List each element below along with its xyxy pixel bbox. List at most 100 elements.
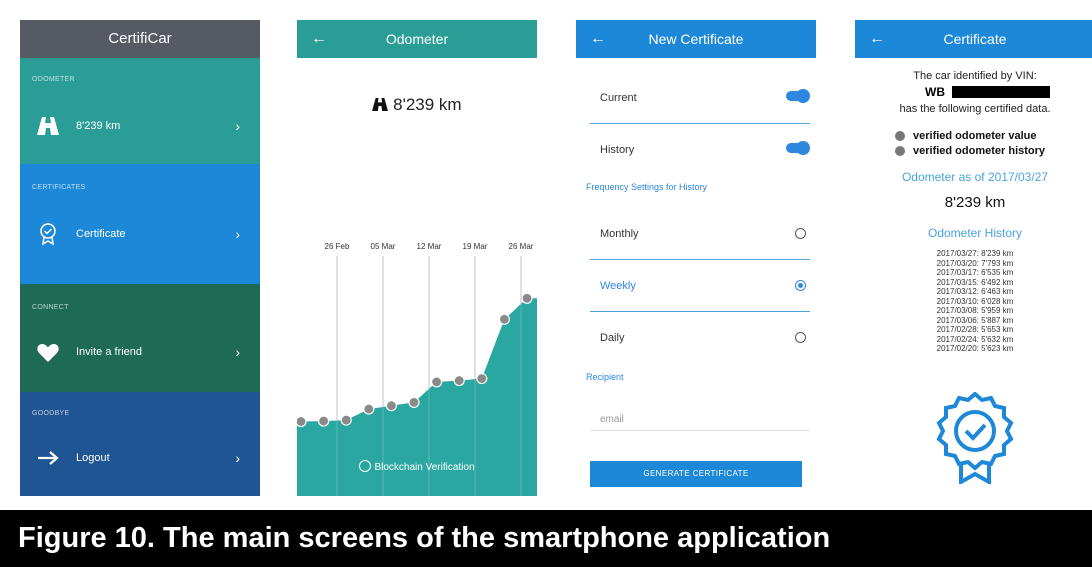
toggle-row-history[interactable]: History [590, 124, 816, 176]
certificate-header: ← Certificate [855, 20, 1092, 58]
data-point[interactable] [385, 400, 398, 412]
intro-text: The car identified by VIN: [913, 70, 1037, 82]
certificates-section: CERTIFICATES Certificate › [20, 164, 260, 284]
data-point[interactable] [453, 374, 465, 387]
option-monthly[interactable]: Monthly [590, 208, 816, 260]
vin-suffix: 49 [1031, 85, 1045, 99]
section-label-odometer: ODOMETER [32, 76, 75, 83]
back-arrow-icon[interactable]: ← [869, 30, 885, 48]
section-label-goodbye: GOODBYE [32, 410, 70, 417]
history-entry: 2017/03/15: 6'492 km [936, 277, 1014, 287]
road-icon [34, 117, 62, 135]
section-label-connect: CONNECT [32, 304, 69, 311]
new-certificate-title: New Certificate [648, 31, 744, 47]
certificate-screen: ← Certificate The car identified by VIN:… [855, 20, 1092, 496]
chevron-right-icon: › [235, 226, 240, 242]
certified-odometer-value: 8'239 km [944, 194, 1006, 211]
data-point[interactable] [363, 403, 375, 415]
x-tick-label: 19 Mar [463, 242, 488, 251]
heart-icon [34, 343, 62, 362]
odometer-header: ← Odometer [297, 20, 537, 58]
back-arrow-icon[interactable]: ← [311, 30, 327, 48]
menu-label-odometer: 8'239 km [76, 120, 121, 132]
odometer-history-list: 2017/03/27: 8'239 km 2017/03/20: 7'793 km… [855, 249, 1092, 354]
menu-screen: CertifiCar ODOMETER 8'239 km › CERTIFICA… [20, 20, 260, 496]
data-point[interactable] [476, 372, 488, 385]
data-point[interactable] [498, 313, 510, 325]
radio-weekly[interactable] [795, 280, 806, 291]
figure-caption: Figure 10. The main screens of the smart… [0, 510, 1092, 567]
legend-label: verified odometer history [913, 145, 1046, 157]
option-label-weekly: Weekly [600, 280, 636, 292]
history-entry: 2017/03/12: 6'463 km [936, 287, 1014, 296]
figure: CertifiCar ODOMETER 8'239 km › CERTIFICA… [0, 0, 1092, 567]
badge-icon [34, 223, 62, 245]
toggle-label-history: History [600, 144, 635, 156]
odometer-value: 8'239 km [393, 95, 462, 114]
history-entry: 2017/03/10: 6'028 km [936, 296, 1014, 306]
history-heading: Odometer History [927, 226, 1023, 240]
menu-item-odometer[interactable]: 8'239 km › [20, 106, 260, 146]
data-point[interactable] [431, 376, 443, 388]
verified-dot-icon [895, 131, 905, 141]
toggle-history[interactable] [786, 141, 810, 155]
email-placeholder: email [600, 414, 624, 425]
history-entry: 2017/03/20: 7'793 km [936, 258, 1014, 268]
x-tick-label: 26 Mar [509, 242, 534, 251]
data-point[interactable] [318, 415, 330, 427]
history-entry: 2017/03/06: 5'887 km [936, 315, 1014, 325]
odometer-chart: 26 Feb 05 Mar 12 Mar 19 Mar 26 Mar [297, 242, 537, 496]
menu-item-certificate[interactable]: Certificate › [20, 214, 260, 254]
back-arrow-icon[interactable]: ← [590, 30, 606, 48]
history-entry: 2017/03/27: 8'239 km [936, 249, 1014, 258]
data-point[interactable] [408, 396, 420, 409]
email-field[interactable]: email [590, 402, 810, 431]
x-tick-label: 05 Mar [371, 242, 396, 251]
history-entry: 2017/03/08: 5'959 km [936, 306, 1014, 315]
verified-dot-icon [895, 146, 905, 156]
chevron-right-icon: › [235, 118, 240, 134]
data-point[interactable] [297, 415, 307, 428]
menu-item-logout[interactable]: Logout › [20, 438, 260, 478]
data-point[interactable] [521, 292, 533, 304]
check-circle-icon [359, 460, 372, 472]
toggle-row-current[interactable]: Current [590, 72, 816, 124]
option-label-monthly: Monthly [600, 228, 639, 240]
new-certificate-header: ← New Certificate [576, 20, 816, 58]
legend-label: verified odometer value [913, 130, 1037, 142]
odometer-screen: ← Odometer 8'239 km 26 Feb 05 Mar 12 Mar 19… [297, 20, 537, 496]
odometer-heading: Odometer as of 2017/03/27 [901, 170, 1049, 184]
section-label-certificates: CERTIFICATES [32, 184, 86, 191]
menu-label-certificate: Certificate [76, 228, 126, 240]
frequency-header: Frequency Settings for History [586, 182, 708, 192]
option-weekly[interactable]: Weekly [590, 260, 816, 312]
blockchain-verification[interactable]: Blockchain Verification [297, 460, 537, 473]
data-point[interactable] [340, 414, 352, 426]
odometer-readout: 8'239 km [297, 95, 537, 115]
recipient-header: Recipient [586, 372, 624, 382]
menu-label-invite: Invite a friend [76, 346, 143, 358]
legend-item: verified odometer history [895, 145, 1045, 157]
odometer-section: ODOMETER 8'239 km › [20, 58, 260, 164]
history-entry: 2017/02/24: 5'632 km [936, 334, 1014, 344]
radio-daily[interactable] [795, 332, 806, 343]
toggle-current[interactable] [786, 89, 810, 103]
option-daily[interactable]: Daily [590, 312, 816, 364]
x-tick-label: 12 Mar [417, 242, 442, 251]
history-entry: 2017/02/28: 5'653 km [936, 325, 1014, 334]
certificate-title: Certificate [943, 31, 1007, 47]
connect-section: CONNECT Invite a friend › [20, 284, 260, 392]
radio-monthly[interactable] [795, 228, 806, 239]
history-entry: 2017/03/17: 6'535 km [936, 268, 1014, 277]
intro-text-2: has the following certified data. [899, 103, 1051, 115]
certificate-badge-icon [936, 392, 1014, 484]
option-label-daily: Daily [600, 332, 625, 344]
menu-item-invite[interactable]: Invite a friend › [20, 332, 260, 372]
chevron-right-icon: › [235, 344, 240, 360]
history-entry: 2017/02/20: 5'623 km [936, 344, 1014, 353]
goodbye-section: GOODBYE Logout › [20, 392, 260, 496]
legend-item: verified odometer value [895, 130, 1037, 142]
road-icon [372, 98, 389, 111]
generate-certificate-button[interactable]: GENERATE CERTIFICATE [590, 461, 802, 487]
blockchain-label: Blockchain Verification [374, 462, 475, 473]
